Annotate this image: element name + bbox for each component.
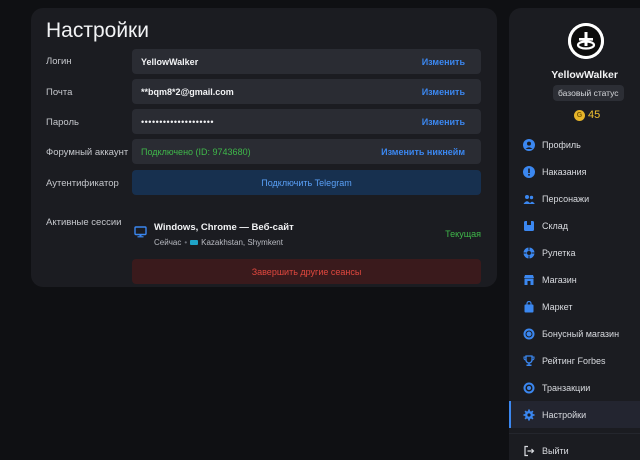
password-field: •••••••••••••••••••• Изменить <box>132 109 481 134</box>
alert-icon <box>523 165 535 178</box>
sidebar-item-bonus-shop[interactable]: Бонусный магазин <box>509 320 640 347</box>
sidebar-item-market[interactable]: Маркет <box>509 293 640 320</box>
email-value: **bqm8*2@gmail.com <box>141 86 234 97</box>
session-time: Сейчас <box>154 238 182 247</box>
characters-icon <box>523 193 535 205</box>
session-location: Kazakhstan, Shymkent <box>201 238 283 247</box>
transactions-icon <box>523 382 535 394</box>
separator-dot: • <box>184 238 188 247</box>
forum-account-label: Форумный аккаунт <box>46 147 129 158</box>
change-email-button[interactable]: Изменить <box>422 87 465 97</box>
login-field: YellowWalker Изменить <box>132 49 481 74</box>
password-value: •••••••••••••••••••• <box>141 116 215 127</box>
sidebar-item-label: Наказания <box>542 166 587 177</box>
sidebar-item-settings[interactable]: Настройки <box>509 401 640 428</box>
forum-account-status: Подключено (ID: 9743680) <box>141 146 251 157</box>
sidebar-item-label: Рейтинг Forbes <box>542 355 606 366</box>
sidebar-item-profile[interactable]: Профиль <box>509 131 640 158</box>
box-icon <box>523 220 535 232</box>
sidebar-item-forbes[interactable]: Рейтинг Forbes <box>509 347 640 374</box>
sidebar-item-label: Рулетка <box>542 247 576 258</box>
shop-icon <box>523 274 535 286</box>
balance-value: 45 <box>588 109 601 121</box>
gear-icon <box>523 409 535 421</box>
sidebar-item-label: Транзакции <box>542 382 591 393</box>
avatar[interactable] <box>568 23 604 59</box>
logout-button[interactable]: Выйти <box>509 442 640 460</box>
user-icon <box>523 138 535 151</box>
sidebar-item-label: Персонажи <box>542 193 590 204</box>
email-field: **bqm8*2@gmail.com Изменить <box>132 79 481 104</box>
market-icon <box>523 300 535 313</box>
sidebar-item-roulette[interactable]: Рулетка <box>509 239 640 266</box>
email-label: Почта <box>46 87 73 98</box>
bonus-icon <box>523 328 535 340</box>
avatar-logo-icon <box>568 23 604 59</box>
authenticator-label: Аутентификатор <box>46 178 119 189</box>
password-label: Пароль <box>46 117 79 128</box>
sidebar-item-transactions[interactable]: Транзакции <box>509 374 640 401</box>
sidebar-item-characters[interactable]: Персонажи <box>509 185 640 212</box>
sidebar-item-label: Бонусный магазин <box>542 328 620 339</box>
active-sessions-label: Активные сессии <box>46 217 122 228</box>
sidebar-item-label: Склад <box>542 220 569 231</box>
session-item: Windows, Chrome — Веб-сайт Сейчас • Kaza… <box>132 219 481 255</box>
sidebar-item-label: Настройки <box>542 409 587 420</box>
coin-icon: G <box>574 109 585 121</box>
sidebar-nav: Профиль Наказания Персонажи Склад Рулетк… <box>509 131 640 428</box>
sidebar-item-punishments[interactable]: Наказания <box>509 158 640 185</box>
page-title: Настройки <box>46 19 149 42</box>
change-password-button[interactable]: Изменить <box>422 117 465 127</box>
profile-username: YellowWalker <box>551 69 618 81</box>
sidebar-item-label: Профиль <box>542 139 581 150</box>
sidebar-item-shop[interactable]: Магазин <box>509 266 640 293</box>
forum-account-field: Подключено (ID: 9743680) Изменить никней… <box>132 139 481 164</box>
current-session-badge: Текущая <box>445 229 481 239</box>
sidebar-divider <box>509 433 640 434</box>
change-nickname-button[interactable]: Изменить никнейм <box>381 147 465 157</box>
monitor-icon <box>134 225 147 243</box>
logout-label: Выйти <box>542 446 569 456</box>
settings-card: Настройки Логин YellowWalker Изменить По… <box>31 8 497 287</box>
session-device: Windows, Chrome — Веб-сайт <box>154 222 294 233</box>
status-badge: базовый статус <box>553 85 624 101</box>
trophy-icon <box>523 354 535 367</box>
connect-telegram-button[interactable]: Подключить Telegram <box>132 170 481 195</box>
roulette-icon <box>523 247 535 259</box>
kz-flag-icon <box>190 240 199 245</box>
end-other-sessions-button[interactable]: Завершить другие сеансы <box>132 259 481 284</box>
balance: G 45 <box>574 109 600 121</box>
login-value: YellowWalker <box>141 56 199 67</box>
sidebar-item-label: Маркет <box>542 301 573 312</box>
change-login-button[interactable]: Изменить <box>422 57 465 67</box>
logout-icon <box>523 445 535 457</box>
login-label: Логин <box>46 56 72 67</box>
sidebar-item-storage[interactable]: Склад <box>509 212 640 239</box>
session-meta: Сейчас • Kazakhstan, Shymkent <box>154 238 283 247</box>
sidebar: YellowWalker базовый статус G 45 Профиль… <box>509 8 640 460</box>
sidebar-item-label: Магазин <box>542 274 577 285</box>
